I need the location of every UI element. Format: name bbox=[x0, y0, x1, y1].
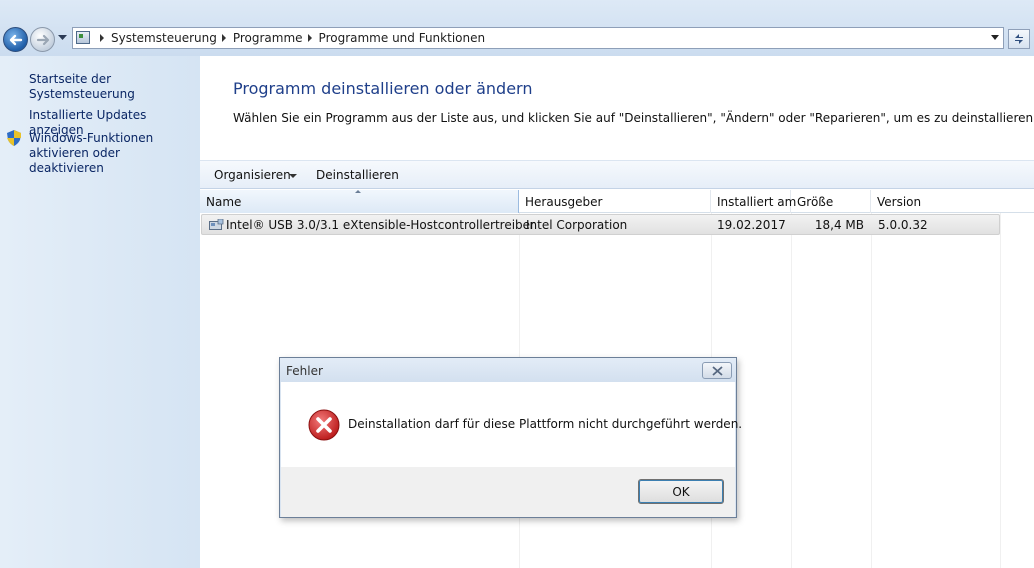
chevron-right-icon[interactable] bbox=[307, 34, 312, 42]
back-button[interactable] bbox=[3, 27, 28, 52]
uninstall-button[interactable]: Deinstallieren bbox=[316, 168, 399, 182]
control-panel-icon bbox=[76, 31, 90, 44]
dialog-titlebar[interactable]: Fehler bbox=[280, 358, 736, 382]
shield-icon bbox=[7, 130, 21, 146]
sidebar: Startseite der Systemsteuerung Installie… bbox=[0, 56, 200, 568]
cell-installed: 19.02.2017 bbox=[717, 218, 786, 232]
error-icon bbox=[308, 409, 340, 441]
page-title: Programm deinstallieren oder ändern bbox=[233, 79, 533, 98]
installer-package-icon bbox=[209, 219, 224, 230]
sidebar-item-control-panel-home[interactable]: Startseite der Systemsteuerung bbox=[29, 72, 200, 102]
cell-name: Intel® USB 3.0/3.1 eXtensible-Hostcontro… bbox=[226, 218, 535, 232]
chevron-right-icon[interactable] bbox=[221, 34, 226, 42]
error-dialog: Fehler Deinstallation darf für diese Pla… bbox=[279, 357, 742, 518]
breadcrumb-item-programme-und-funktionen[interactable]: Programme und Funktionen bbox=[319, 31, 486, 45]
recent-pages-dropdown-icon[interactable] bbox=[58, 33, 67, 42]
column-divider bbox=[871, 213, 872, 568]
arrow-left-icon bbox=[9, 34, 23, 46]
cell-size: 18,4 MB bbox=[814, 218, 864, 232]
column-divider bbox=[791, 213, 792, 568]
chevron-down-icon[interactable] bbox=[289, 174, 297, 178]
arrow-right-icon bbox=[36, 34, 50, 46]
refresh-button[interactable] bbox=[1008, 29, 1030, 49]
address-box[interactable]: Systemsteuerung Programme Programme und … bbox=[72, 27, 1004, 49]
breadcrumb-item-programme[interactable]: Programme bbox=[233, 31, 303, 45]
sidebar-item-windows-features[interactable]: Windows-Funktionen aktivieren oder deakt… bbox=[29, 131, 194, 176]
address-bar-area: Systemsteuerung Programme Programme und … bbox=[0, 0, 1034, 56]
dialog-title: Fehler bbox=[286, 364, 323, 378]
column-header-size[interactable]: Größe bbox=[791, 190, 871, 213]
column-header-installed[interactable]: Installiert am bbox=[711, 190, 796, 213]
table-row[interactable]: Intel® USB 3.0/3.1 eXtensible-Hostcontro… bbox=[201, 214, 1000, 235]
organize-button[interactable]: Organisieren bbox=[214, 168, 291, 182]
list-header: Name Herausgeber Installiert am Größe Ve… bbox=[200, 190, 1034, 213]
dialog-footer: OK bbox=[281, 467, 735, 517]
page-description: Wählen Sie ein Programm aus der Liste au… bbox=[233, 111, 1034, 125]
close-icon bbox=[712, 366, 723, 376]
column-header-version[interactable]: Version bbox=[871, 190, 1001, 213]
refresh-icon bbox=[1015, 34, 1023, 44]
forward-button[interactable] bbox=[30, 27, 55, 52]
ok-button[interactable]: OK bbox=[638, 479, 724, 504]
dialog-message: Deinstallation darf für diese Plattform … bbox=[348, 417, 743, 431]
breadcrumb-item-systemsteuerung[interactable]: Systemsteuerung bbox=[111, 31, 217, 45]
dialog-body: Deinstallation darf für diese Plattform … bbox=[281, 382, 742, 467]
close-button[interactable] bbox=[702, 362, 732, 379]
column-divider bbox=[1000, 213, 1001, 568]
cell-version: 5.0.0.32 bbox=[878, 218, 928, 232]
cell-publisher: Intel Corporation bbox=[526, 218, 628, 232]
toolbar: Organisieren Deinstallieren bbox=[200, 160, 1034, 189]
chevron-down-icon[interactable] bbox=[991, 35, 999, 40]
column-header-name[interactable]: Name bbox=[200, 190, 519, 213]
column-header-publisher[interactable]: Herausgeber bbox=[519, 190, 711, 213]
breadcrumb: Systemsteuerung Programme Programme und … bbox=[95, 30, 485, 46]
chevron-right-icon[interactable] bbox=[100, 34, 104, 42]
